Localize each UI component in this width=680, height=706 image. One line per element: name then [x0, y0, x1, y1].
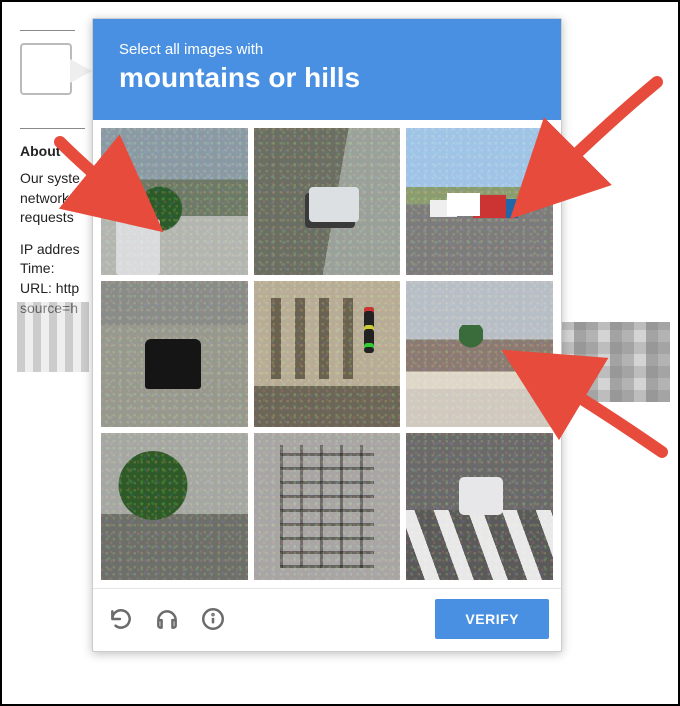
- bg-url: URL: http: [20, 280, 79, 296]
- captcha-tile[interactable]: [254, 433, 401, 580]
- captcha-instruction-pre: Select all images with: [119, 41, 535, 58]
- captcha-tile[interactable]: [406, 281, 553, 428]
- captcha-tile[interactable]: [406, 433, 553, 580]
- info-icon[interactable]: [199, 605, 227, 633]
- recaptcha-checkbox[interactable]: [20, 43, 72, 95]
- reload-icon[interactable]: [107, 605, 135, 633]
- censored-region: [550, 322, 670, 402]
- bg-time: Time:: [20, 260, 54, 276]
- captcha-tile[interactable]: [101, 433, 248, 580]
- divider: [20, 128, 85, 129]
- bg-text-line: requests: [20, 209, 74, 225]
- captcha-instruction-target: mountains or hills: [119, 62, 535, 94]
- bg-text-line: network.: [20, 190, 73, 206]
- captcha-tile[interactable]: [254, 281, 401, 428]
- audio-icon[interactable]: [153, 605, 181, 633]
- captcha-tile[interactable]: [406, 128, 553, 275]
- verify-button[interactable]: VERIFY: [435, 599, 549, 639]
- captcha-footer-icons: [107, 605, 227, 633]
- captcha-image-grid: [93, 120, 561, 588]
- divider: [20, 30, 75, 31]
- captcha-dialog: Select all images with mountains or hill…: [92, 18, 562, 652]
- captcha-tile[interactable]: [101, 281, 248, 428]
- censored-region: [17, 302, 89, 372]
- captcha-tile[interactable]: [254, 128, 401, 275]
- bg-ip: IP addres: [20, 241, 80, 257]
- captcha-footer: VERIFY: [93, 588, 561, 651]
- bg-text-line: Our syste: [20, 170, 80, 186]
- captcha-tile[interactable]: [101, 128, 248, 275]
- captcha-header: Select all images with mountains or hill…: [93, 19, 561, 120]
